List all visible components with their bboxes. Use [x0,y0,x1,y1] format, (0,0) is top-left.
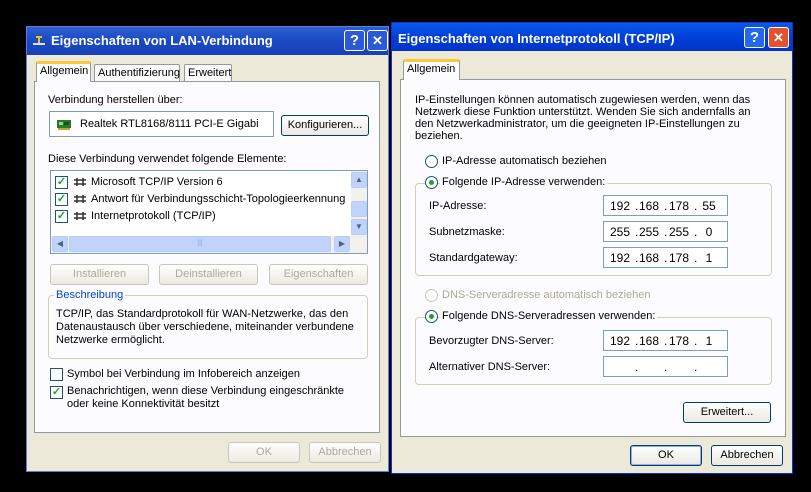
static-dns-radio[interactable] [425,310,438,323]
intro-text: IP-Einstellungen können automatisch zuge… [415,94,751,142]
component-label: Antwort für Verbindungsschicht-Topologie… [91,193,346,205]
alternate-dns-input[interactable]: . . . [603,356,728,377]
horizontal-scrollbar[interactable]: ◀ ||| ▶ [51,236,367,253]
gateway-input[interactable]: 192. 168. 178. 1 [603,247,728,268]
tcpip-close-button[interactable]: ✕ [768,27,789,48]
auto-ip-radio[interactable] [425,155,438,168]
protocol-icon [73,211,87,221]
scroll-up-icon[interactable]: ▲ [351,172,367,188]
hscroll-grip: ||| [197,240,203,247]
preferred-dns-label: Bevorzugter DNS-Server: [429,335,554,347]
auto-ip-label: IP-Adresse automatisch beziehen [442,155,607,167]
hscroll-thumb[interactable]: ||| [69,236,331,252]
advanced-button[interactable]: Erweitert... [683,402,771,423]
ip-octet-1: 192 [609,199,631,213]
lan-close-button[interactable]: ✕ [367,30,388,51]
component-checkbox[interactable]: ✓ [55,210,68,223]
component-label: Internetprotokoll (TCP/IP) [91,210,216,222]
tcpip-ok-button[interactable]: OK [630,445,702,466]
notify-checkbox[interactable]: ✓ [50,386,63,399]
subnet-mask-label: Subnetzmaske: [429,226,505,238]
gateway-octet-2: 168 [638,251,660,265]
component-checkbox[interactable]: ✓ [55,176,68,189]
lan-help-button[interactable]: ? [344,30,365,51]
adapter-name: Realtek RTL8168/8111 PCI-E Gigabi [80,118,259,130]
scroll-right-icon[interactable]: ▶ [334,236,350,252]
tab-authentifizierung[interactable]: Authentifizierung [94,64,180,82]
mask-octet-1: 255 [609,225,631,239]
configure-button[interactable]: Konfigurieren... [281,115,369,136]
components-label: Diese Verbindung verwendet folgende Elem… [48,153,287,165]
components-list: ✓ Microsoft TCP/IP Version 6 ✓ Antwort f… [50,170,368,254]
list-item[interactable]: ✓ Microsoft TCP/IP Version 6 [51,174,367,191]
ip-octet-2: 168 [638,199,660,213]
vertical-scrollbar[interactable]: ▲ ▼ [351,171,367,236]
static-dns-label: Folgende DNS-Serveradressen verwenden: [440,310,658,322]
lan-general-panel: Verbindung herstellen über: Realtek RTL8… [34,81,380,433]
gateway-octet-3: 178 [668,251,690,265]
gateway-octet-1: 192 [609,251,631,265]
mask-octet-4: 0 [705,225,713,239]
protocol-icon [73,194,87,204]
adapter-field: Realtek RTL8168/8111 PCI-E Gigabi [49,111,274,137]
protocol-icon [73,177,87,187]
pref-dns-octet-2: 168 [638,334,660,348]
tcpip-cancel-button[interactable]: Abbrechen [711,445,783,466]
static-ip-label: Folgende IP-Adresse verwenden: [440,176,608,188]
static-ip-radio[interactable] [425,176,438,189]
show-icon-label: Symbol bei Verbindung im Infobereich anz… [67,368,300,380]
tcpip-help-button[interactable]: ? [744,27,765,48]
tcpip-properties-window: Eigenschaften von Internetprotokoll (TCP… [391,22,793,474]
lan-cancel-button[interactable]: Abbrechen [309,442,381,463]
network-icon [32,35,46,47]
gateway-label: Standardgateway: [429,252,518,264]
list-item[interactable]: ✓ Internetprotokoll (TCP/IP) [51,208,367,225]
gateway-octet-4: 1 [705,251,713,265]
description-text: TCP/IP, das Standardprotokoll für WAN-Ne… [56,308,354,346]
properties-button[interactable]: Eigenschaften [269,264,368,285]
subnet-mask-input[interactable]: 255. 255. 255. 0 [603,221,728,242]
preferred-dns-input[interactable]: 192. 168. 178. 1 [603,330,728,351]
ip-address-input[interactable]: 192. 168. 178. 55 [603,195,728,216]
alternate-dns-label: Alternativer DNS-Server: [429,361,551,373]
scroll-thumb[interactable] [351,201,367,217]
tcpip-general-panel: IP-Einstellungen können automatisch zuge… [400,79,786,437]
ip-octet-4: 55 [702,199,716,213]
auto-dns-label: DNS-Serveradresse automatisch beziehen [442,289,651,301]
component-label: Microsoft TCP/IP Version 6 [91,176,223,188]
install-button[interactable]: Installieren [50,264,149,285]
lan-window-title: Eigenschaften von LAN-Verbindung [51,33,273,48]
tab-allgemein-tcpip[interactable]: Allgemein [403,59,460,80]
auto-dns-radio[interactable] [425,289,438,302]
uninstall-button[interactable]: Deinstallieren [159,264,258,285]
lan-ok-button[interactable]: OK [228,442,300,463]
network-card-icon [57,119,73,130]
scroll-left-icon[interactable]: ◀ [52,236,68,252]
ip-label: IP-Adresse: [429,200,487,212]
tab-erweitert[interactable]: Erweitert [184,64,232,82]
description-title: Beschreibung [54,289,126,301]
scroll-down-icon[interactable]: ▼ [351,219,367,235]
tcpip-window-titlebar[interactable]: Eigenschaften von Internetprotokoll (TCP… [392,23,792,51]
show-icon-checkbox[interactable] [50,368,63,381]
mask-octet-2: 255 [638,225,660,239]
lan-properties-window: Eigenschaften von LAN-Verbindung ? ✕ All… [26,26,389,472]
mask-octet-3: 255 [668,225,690,239]
connect-using-label: Verbindung herstellen über: [48,94,183,106]
tab-allgemein[interactable]: Allgemein [36,61,91,82]
list-item[interactable]: ✓ Antwort für Verbindungsschicht-Topolog… [51,191,367,208]
component-checkbox[interactable]: ✓ [55,193,68,206]
tcpip-window-title: Eigenschaften von Internetprotokoll (TCP… [398,31,675,46]
notify-label: Benachrichtigen, wenn diese Verbindung e… [67,385,345,410]
lan-window-titlebar[interactable]: Eigenschaften von LAN-Verbindung ? ✕ [27,27,388,55]
description-group: Beschreibung TCP/IP, das Standardprotoko… [48,289,368,359]
ip-octet-3: 178 [668,199,690,213]
pref-dns-octet-1: 192 [609,334,631,348]
pref-dns-octet-3: 178 [668,334,690,348]
pref-dns-octet-4: 1 [705,334,713,348]
